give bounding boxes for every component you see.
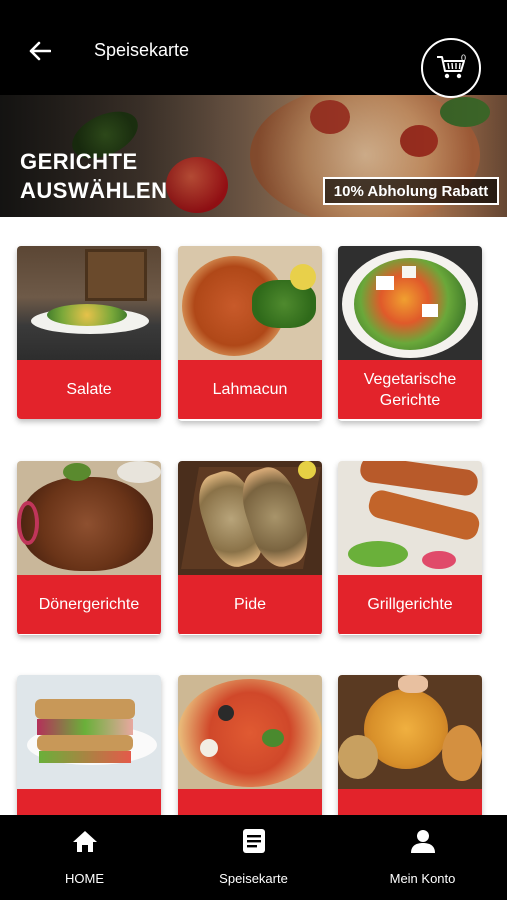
category-card-lahmacun[interactable]: Lahmacun — [178, 246, 322, 421]
page-title: Speisekarte — [94, 40, 190, 60]
arrow-left-icon — [29, 41, 51, 61]
discount-badge[interactable]: 10% Abholung Rabatt — [323, 177, 499, 205]
family-meal-image — [338, 675, 482, 789]
category-label: Vegetarische Gerichte — [338, 360, 482, 419]
category-label: Dönergerichte — [17, 575, 161, 634]
pizza-image — [178, 675, 322, 789]
category-card-vegetarische-gerichte[interactable]: Vegetarische Gerichte — [338, 246, 482, 421]
bottom-navigation: HOME Speisekarte Mein Konto — [0, 815, 507, 900]
lahmacun-image — [178, 246, 322, 360]
hero-title: GERICHTE AUSWÄHLEN — [20, 149, 168, 203]
menu-book-icon — [240, 827, 268, 855]
category-label: Grillgerichte — [338, 575, 482, 634]
category-card-grillgerichte[interactable]: Grillgerichte — [338, 461, 482, 635]
back-button[interactable] — [22, 36, 58, 66]
sandwich-image — [17, 675, 161, 789]
grillgerichte-image — [338, 461, 482, 575]
nav-speisekarte[interactable]: Speisekarte — [169, 815, 338, 900]
category-card-doenergerichte[interactable]: Dönergerichte — [17, 461, 161, 635]
nav-speisekarte-label: Speisekarte — [219, 871, 288, 886]
home-icon — [71, 827, 99, 855]
category-card-salate[interactable]: Salate — [17, 246, 161, 419]
hero-banner: GERICHTE AUSWÄHLEN 10% Abholung Rabatt — [0, 95, 507, 217]
cart-button[interactable]: 0 — [421, 38, 481, 98]
category-label: Salate — [17, 360, 161, 419]
category-card-pide[interactable]: Pide — [178, 461, 322, 635]
nav-home[interactable]: HOME — [0, 815, 169, 900]
app-screen: Speisekarte 0 GERICHTE AUSWÄHLEN 10% Abh… — [0, 0, 507, 900]
category-label: Pide — [178, 575, 322, 634]
person-icon — [409, 827, 437, 855]
doenergerichte-image — [17, 461, 161, 575]
vegetarische-gerichte-image — [338, 246, 482, 360]
cart-count-badge: 0 — [461, 53, 467, 63]
category-label: Lahmacun — [178, 360, 322, 419]
nav-mein-konto-label: Mein Konto — [389, 871, 456, 886]
nav-home-label: HOME — [65, 871, 104, 886]
pide-image — [178, 461, 322, 575]
nav-mein-konto[interactable]: Mein Konto — [338, 815, 507, 900]
salate-image — [17, 246, 161, 360]
